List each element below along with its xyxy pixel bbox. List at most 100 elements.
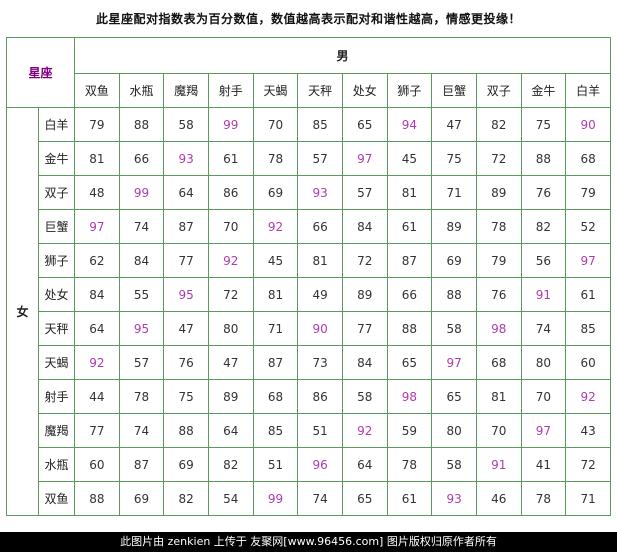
score-cell: 68: [252, 379, 299, 414]
score-cell: 71: [431, 175, 477, 210]
score-cell: 46: [475, 481, 522, 516]
score-cell: 85: [297, 107, 343, 142]
male-sign-header-row: 双鱼 水瓶 魔羯 射手 天蝎 天秤 处女 狮子 巨蟹 双子 金牛 白羊: [7, 73, 611, 108]
score-cell: 72: [475, 141, 522, 176]
score-cell: 69: [118, 481, 165, 516]
score-cell: 85: [565, 311, 611, 346]
score-cell: 52: [565, 209, 611, 244]
score-cell: 95: [118, 311, 165, 346]
male-header: 男: [74, 37, 611, 74]
score-cell: 70: [475, 413, 522, 448]
score-cell: 60: [565, 345, 611, 380]
score-cell: 90: [297, 311, 343, 346]
score-cell: 82: [207, 447, 254, 482]
score-cell: 66: [297, 209, 343, 244]
score-cell: 90: [565, 107, 611, 142]
male-sign-header: 双鱼: [74, 73, 120, 108]
table-row: 巨蟹 97 74 87 70 92 66 84 61 89 78 82 52: [7, 209, 611, 244]
score-cell: 68: [475, 345, 522, 380]
table-row: 水瓶 60 87 69 82 51 96 64 78 58 91 41 72: [7, 447, 611, 482]
table-row: 金牛 81 66 93 61 78 57 97 45 75 72 88 68: [7, 141, 611, 176]
score-cell: 84: [341, 209, 388, 244]
score-cell: 70: [207, 209, 254, 244]
score-cell: 78: [386, 447, 433, 482]
score-cell: 61: [565, 277, 611, 312]
score-cell: 97: [341, 141, 388, 176]
score-cell: 84: [118, 243, 165, 278]
score-cell: 80: [207, 311, 254, 346]
score-cell: 47: [431, 107, 477, 142]
score-cell: 57: [341, 175, 388, 210]
score-cell: 88: [163, 413, 209, 448]
score-cell: 99: [207, 107, 254, 142]
score-cell: 69: [431, 243, 477, 278]
score-cell: 61: [207, 141, 254, 176]
score-cell: 89: [431, 209, 477, 244]
score-cell: 74: [297, 481, 343, 516]
score-cell: 72: [565, 447, 611, 482]
score-cell: 57: [297, 141, 343, 176]
score-cell: 87: [386, 243, 433, 278]
male-sign-header: 射手: [207, 73, 254, 108]
compatibility-table: 星座 男 双鱼 水瓶 魔羯 射手 天蝎 天秤 处女 狮子 巨蟹 双子 金牛 白羊 女白羊 79 88 58 9…: [5, 37, 611, 516]
score-cell: 76: [475, 277, 522, 312]
table-row: 处女 84 55 95 72 81 49 89 66 88 76 91 61: [7, 277, 611, 312]
score-cell: 78: [520, 481, 567, 516]
score-cell: 79: [565, 175, 611, 210]
score-cell: 64: [74, 311, 120, 346]
score-cell: 91: [520, 277, 567, 312]
score-cell: 55: [118, 277, 165, 312]
score-cell: 78: [118, 379, 165, 414]
score-cell: 45: [386, 141, 433, 176]
score-cell: 64: [163, 175, 209, 210]
male-sign-header: 双子: [475, 73, 522, 108]
score-cell: 45: [252, 243, 299, 278]
female-sign-header: 处女: [37, 277, 76, 312]
male-sign-header: 狮子: [386, 73, 433, 108]
score-cell: 65: [386, 345, 433, 380]
score-cell: 68: [565, 141, 611, 176]
female-sign-header: 双子: [37, 175, 76, 210]
score-cell: 74: [118, 413, 165, 448]
score-cell: 49: [297, 277, 343, 312]
score-cell: 94: [386, 107, 433, 142]
score-cell: 41: [520, 447, 567, 482]
score-cell: 66: [386, 277, 433, 312]
score-cell: 92: [341, 413, 388, 448]
score-cell: 88: [118, 107, 165, 142]
male-sign-header: 天秤: [297, 73, 343, 108]
table-row: 女白羊 79 88 58 99 70 85 65 94 47 82 75 90: [6, 107, 611, 516]
score-cell: 58: [163, 107, 209, 142]
score-cell: 62: [74, 243, 120, 278]
score-cell: 66: [118, 141, 165, 176]
score-cell: 59: [386, 413, 433, 448]
score-cell: 71: [252, 311, 299, 346]
score-cell: 87: [163, 209, 209, 244]
table-row: 狮子 62 84 77 92 45 81 72 87 69 79 56 97: [7, 243, 611, 278]
score-cell: 99: [118, 175, 165, 210]
score-cell: 88: [520, 141, 567, 176]
female-sign-header: 天秤: [37, 311, 76, 346]
score-cell: 77: [163, 243, 209, 278]
score-cell: 43: [565, 413, 611, 448]
female-sign-header: 水瓶: [37, 447, 76, 482]
male-sign-header: 白羊: [565, 73, 611, 108]
table-row: 双鱼 88 69 82 54 99 74 65 61 93 46 78 71: [7, 481, 611, 516]
score-cell: 98: [475, 311, 522, 346]
score-cell: 75: [431, 141, 477, 176]
score-cell: 65: [341, 481, 388, 516]
score-cell: 87: [118, 447, 165, 482]
score-cell: 58: [431, 311, 477, 346]
score-cell: 79: [475, 243, 522, 278]
score-cell: 97: [565, 243, 611, 278]
score-cell: 78: [252, 141, 299, 176]
score-cell: 51: [252, 447, 299, 482]
score-cell: 76: [163, 345, 209, 380]
score-cell: 72: [207, 277, 254, 312]
male-sign-header: 金牛: [520, 73, 567, 108]
score-cell: 89: [475, 175, 522, 210]
female-sign-header: 双鱼: [37, 481, 76, 516]
score-cell: 97: [431, 345, 477, 380]
score-cell: 76: [520, 175, 567, 210]
score-cell: 77: [74, 413, 120, 448]
